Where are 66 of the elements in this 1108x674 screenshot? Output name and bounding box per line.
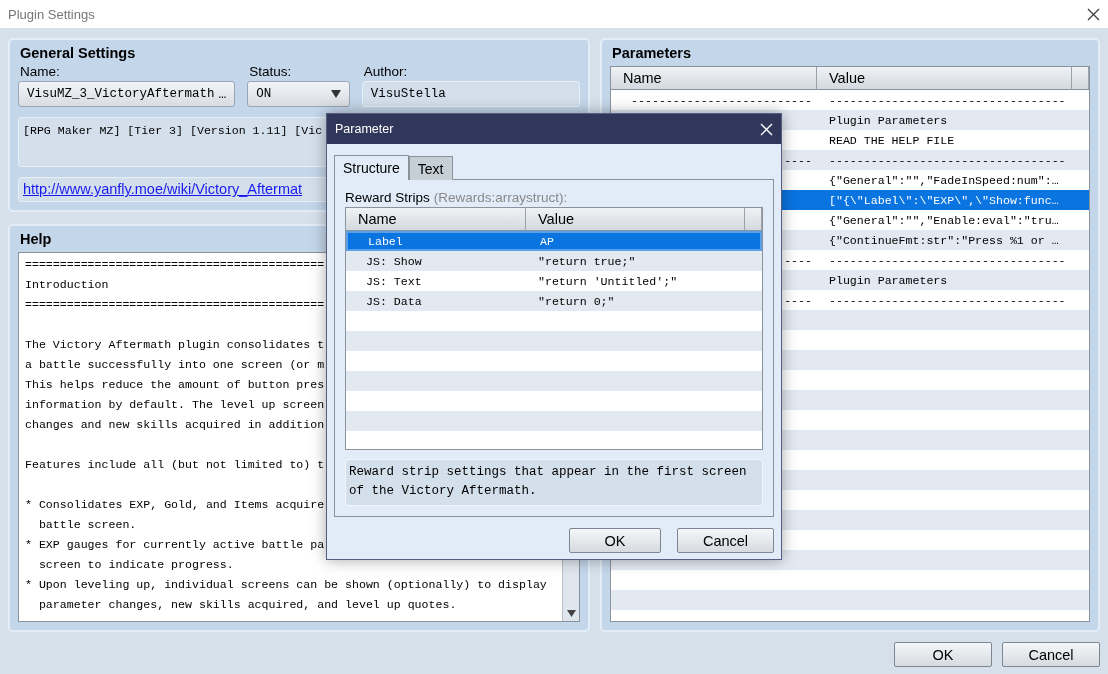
help-line: Features include all (but not limited to) t	[25, 457, 325, 473]
author-field[interactable]: VisuStella	[361, 81, 580, 107]
help-line: This helps reduce the amount of button pres	[25, 377, 325, 393]
help-line: The Victory Aftermath plugin consolidates t	[25, 337, 325, 353]
table-cell: Label	[368, 234, 403, 248]
table-cell: ----	[784, 153, 812, 167]
table-cell: {"ContinueFmt:str":"Press %1 or …	[829, 233, 1059, 247]
help-line: ===========================================	[25, 297, 325, 313]
table-cell: ----------------------------------	[829, 93, 1066, 107]
table-cell: ----	[784, 293, 812, 307]
cancel-button[interactable]: Cancel	[1002, 642, 1100, 667]
help-line: battle screen.	[37, 517, 137, 533]
column-header[interactable]: Value	[817, 67, 1072, 89]
table-cell: JS: Text	[366, 274, 422, 288]
window-title: Plugin Settings	[8, 6, 95, 22]
table-cell: ["{\"Label\":\"EXP\",\"Show:func…	[829, 193, 1059, 207]
help-line: parameter changes, new skills acquired, and level up quotes.	[37, 597, 457, 613]
help-line: information by default. The level up screen	[25, 397, 325, 413]
help-line: Introduction	[25, 277, 109, 293]
cancel-button[interactable]: Cancel	[677, 528, 774, 553]
help-line: changes and new skills acquired in addition	[25, 417, 325, 433]
table-cell: READ THE HELP FILE	[829, 133, 955, 147]
field-label: Status:	[248, 64, 292, 79]
panel-title: Parameters	[611, 44, 692, 63]
field-label: Reward Strips	[345, 190, 430, 205]
help-line: * Upon leveling up, individual screens can be shown (optionally) to display	[25, 577, 547, 593]
table-cell: {"General":"","FadeInSpeed:num":…	[829, 173, 1059, 187]
help-line: ===========================================	[25, 257, 325, 273]
column-header[interactable]: Name	[346, 208, 526, 230]
column-header[interactable]: Name	[611, 67, 817, 89]
dialog-title: Parameter	[335, 122, 394, 136]
table-cell: ----------------------------------	[829, 293, 1066, 307]
tab[interactable]: Text	[408, 156, 453, 180]
table-cell: AP	[540, 234, 554, 248]
table-cell: Plugin Parameters	[829, 113, 948, 127]
tab[interactable]: Structure	[334, 155, 409, 180]
field-key: (Rewards:arraystruct):	[433, 190, 568, 205]
table-cell: ----------------------------------	[829, 153, 1066, 167]
table-cell: JS: Data	[366, 294, 422, 308]
table-cell: ----------------------------------	[829, 253, 1066, 267]
table-cell: {"General":"","Enable:eval":"tru…	[829, 213, 1059, 227]
close-icon[interactable]	[1087, 7, 1100, 21]
table-cell: ----	[784, 253, 812, 267]
help-link[interactable]: http://www.yanfly.moe/wiki/Victory_Aftermat	[23, 181, 303, 198]
struct-row[interactable]: JS: Data "return 0;"	[346, 291, 762, 311]
struct-row[interactable]: Label AP	[346, 231, 762, 251]
field-label: Author:	[362, 64, 408, 79]
panel-title: General Settings	[19, 44, 137, 63]
description-text: Reward strip settings that appear in the first screen of the Victory Aftermath.	[345, 459, 763, 506]
field-label: Name:	[19, 64, 60, 79]
help-line: * EXP gauges for currently active battle pa	[25, 537, 325, 553]
panel-title: Help	[19, 230, 53, 249]
help-line: screen to indicate progress.	[37, 557, 234, 573]
name-field[interactable]: VisuMZ_3_VictoryAftermath …	[18, 81, 236, 107]
column-header[interactable]: Value	[526, 208, 745, 230]
ok-button[interactable]: OK	[894, 642, 992, 667]
struct-row[interactable]: JS: Show "return true;"	[346, 251, 762, 271]
ok-button[interactable]: OK	[569, 528, 661, 553]
help-line: a battle successfully into one screen (or m	[25, 357, 325, 373]
help-line: * Consolidates EXP, Gold, and Items acquire	[25, 497, 325, 513]
scroll-down-icon[interactable]	[566, 610, 576, 617]
caret-icon	[330, 90, 341, 98]
table-cell: Plugin Parameters	[829, 273, 948, 287]
table-cell: --------------------------	[631, 93, 812, 107]
status-dropdown[interactable]: ON	[247, 81, 350, 107]
table-cell: JS: Show	[366, 254, 422, 268]
